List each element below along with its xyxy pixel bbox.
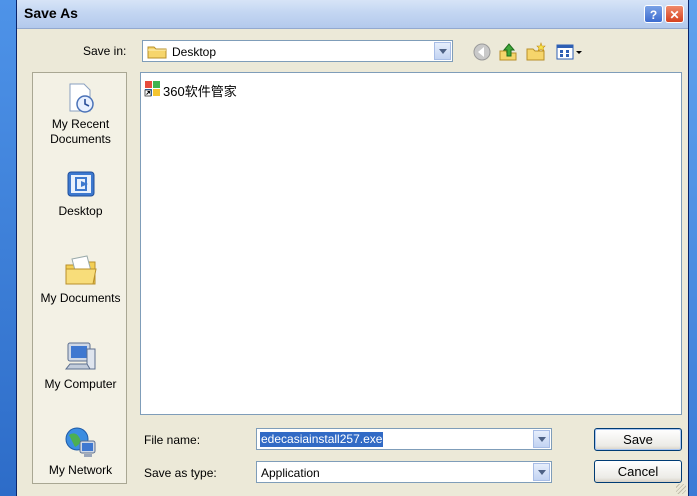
save-as-type-label: Save as type: <box>144 466 217 480</box>
place-label: Desktop <box>58 204 103 218</box>
save-as-type-dropdown[interactable]: Application <box>256 461 552 483</box>
place-my-network[interactable]: My Network <box>33 425 128 478</box>
place-my-computer[interactable]: My Computer <box>33 339 128 392</box>
place-label: Documents <box>50 132 111 146</box>
file-name-text: 360软件管家 <box>163 84 237 99</box>
place-label: My Documents <box>40 291 121 305</box>
file-name-label: File name: <box>144 433 201 447</box>
chevron-down-icon[interactable] <box>533 430 550 448</box>
my-computer-icon <box>64 342 95 370</box>
my-documents-icon <box>65 255 97 285</box>
place-my-recent-documents[interactable]: My Recent Documents <box>33 81 128 147</box>
up-folder-icon[interactable] <box>498 42 518 62</box>
save-as-type-value: Application <box>261 466 320 480</box>
save-button[interactable]: Save <box>594 428 682 451</box>
file-name-value: edecasiainstall257.exe <box>260 432 384 447</box>
place-desktop[interactable]: Desktop <box>33 168 128 219</box>
chevron-down-icon[interactable] <box>533 463 550 481</box>
place-my-documents[interactable]: My Documents <box>33 253 128 306</box>
recent-documents-icon <box>69 83 94 113</box>
dialog-title: Save As <box>24 5 78 21</box>
desktop-icon <box>67 171 94 197</box>
file-list[interactable]: 360软件管家 <box>140 72 682 415</box>
save-as-dialog: Save As ? ✕ Save in: Desktop My Recent D… <box>16 0 689 496</box>
desktop-background-left <box>0 0 16 496</box>
view-menu-icon[interactable] <box>555 42 583 62</box>
folder-icon <box>147 44 167 62</box>
title-bar[interactable]: Save As ? ✕ <box>17 0 688 29</box>
places-bar: My Recent Documents Desktop My Documents <box>32 72 127 484</box>
place-label: My Computer <box>44 377 117 391</box>
resize-grip[interactable] <box>676 484 686 494</box>
cancel-button[interactable]: Cancel <box>594 460 682 483</box>
save-in-dropdown[interactable]: Desktop <box>142 40 453 62</box>
new-folder-icon[interactable] <box>525 42 546 62</box>
shortcut-app-icon <box>144 80 161 100</box>
file-name-input[interactable]: edecasiainstall257.exe <box>256 428 552 450</box>
my-network-icon <box>65 427 95 457</box>
help-button[interactable]: ? <box>644 5 663 23</box>
place-label: My Recent <box>51 117 110 131</box>
chevron-down-icon[interactable] <box>434 42 451 60</box>
save-in-value: Desktop <box>172 45 217 59</box>
place-label: My Network <box>48 463 113 477</box>
back-icon[interactable] <box>472 42 492 62</box>
close-button[interactable]: ✕ <box>665 5 684 23</box>
save-in-label: Save in: <box>83 44 127 58</box>
